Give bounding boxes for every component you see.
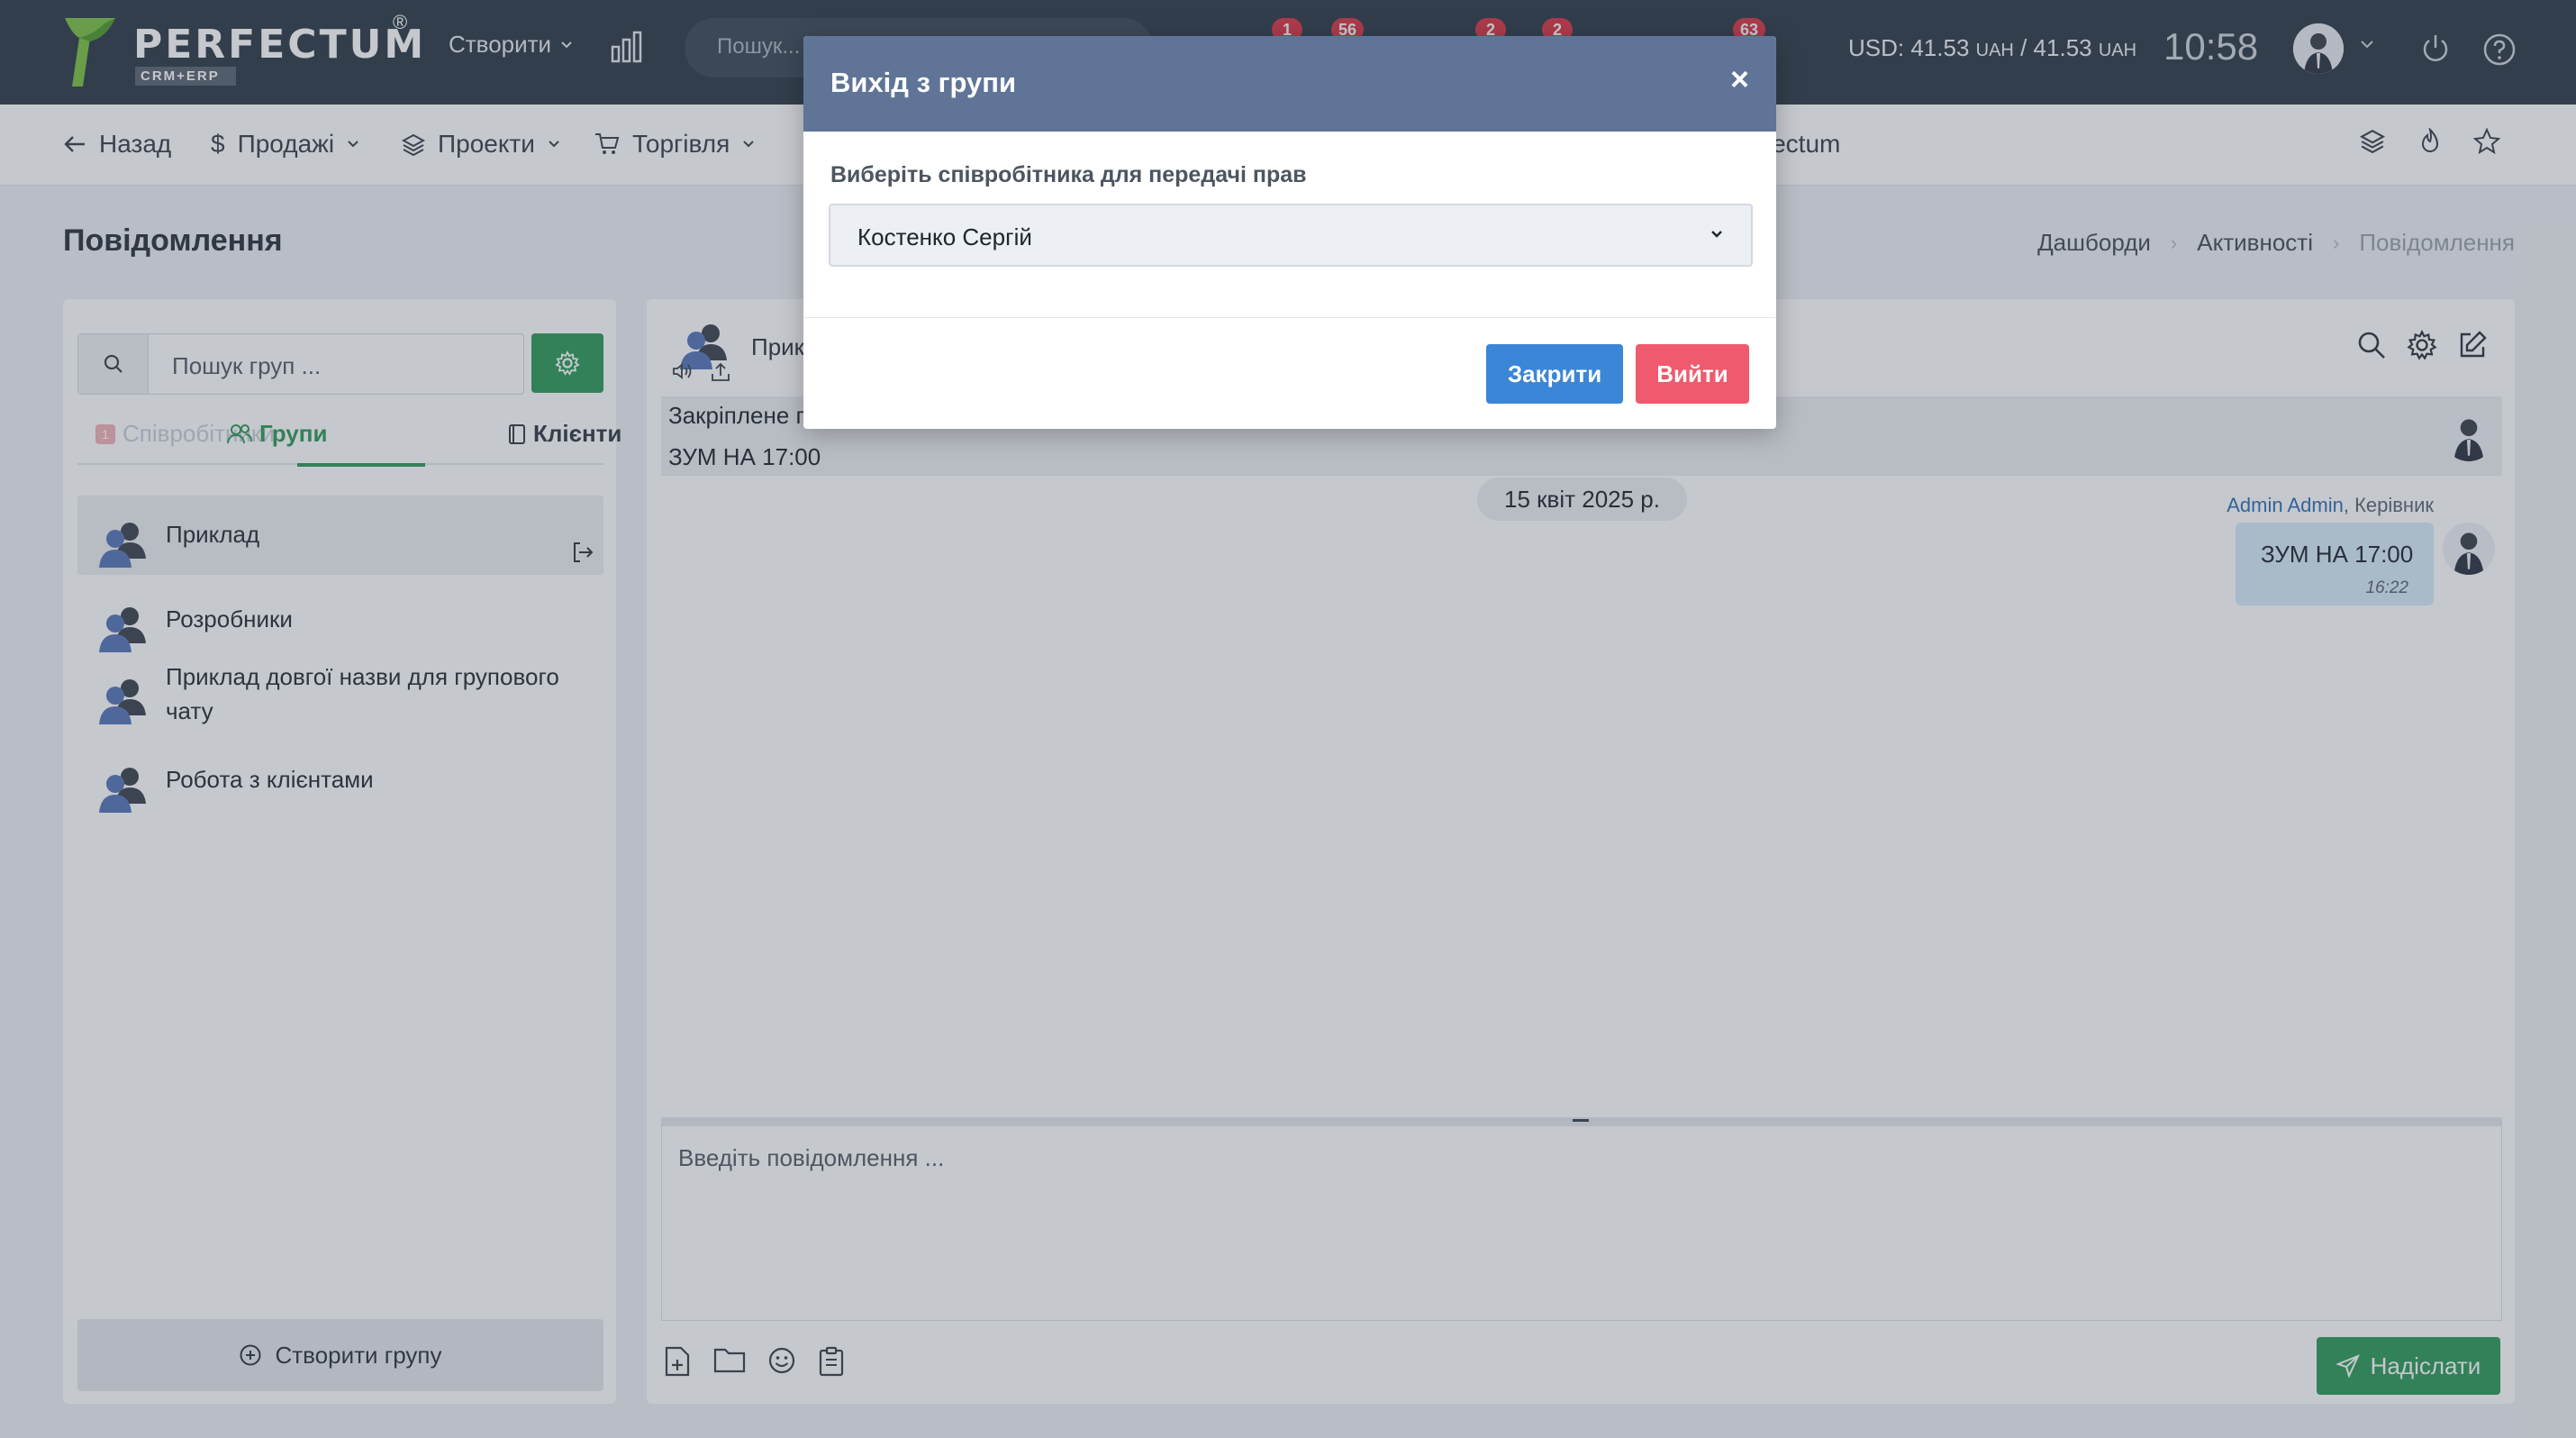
leave-button[interactable]: Вийти bbox=[1636, 344, 1749, 404]
employee-select[interactable]: Костенко Сергій bbox=[829, 204, 1753, 267]
modal-header: Вихід з групи × bbox=[803, 36, 1776, 132]
employee-select-value: Костенко Сергій bbox=[857, 223, 1032, 250]
modal-title: Вихід з групи bbox=[830, 67, 1017, 98]
select-label: Виберіть співробітника для передачі прав bbox=[830, 162, 1307, 187]
close-button[interactable]: Закрити bbox=[1486, 344, 1623, 404]
modal-divider bbox=[803, 317, 1776, 318]
leave-group-modal: Вихід з групи × Виберіть співробітника д… bbox=[803, 36, 1776, 429]
chevron-down-icon bbox=[1711, 231, 1722, 238]
close-icon[interactable]: × bbox=[1730, 63, 1749, 96]
